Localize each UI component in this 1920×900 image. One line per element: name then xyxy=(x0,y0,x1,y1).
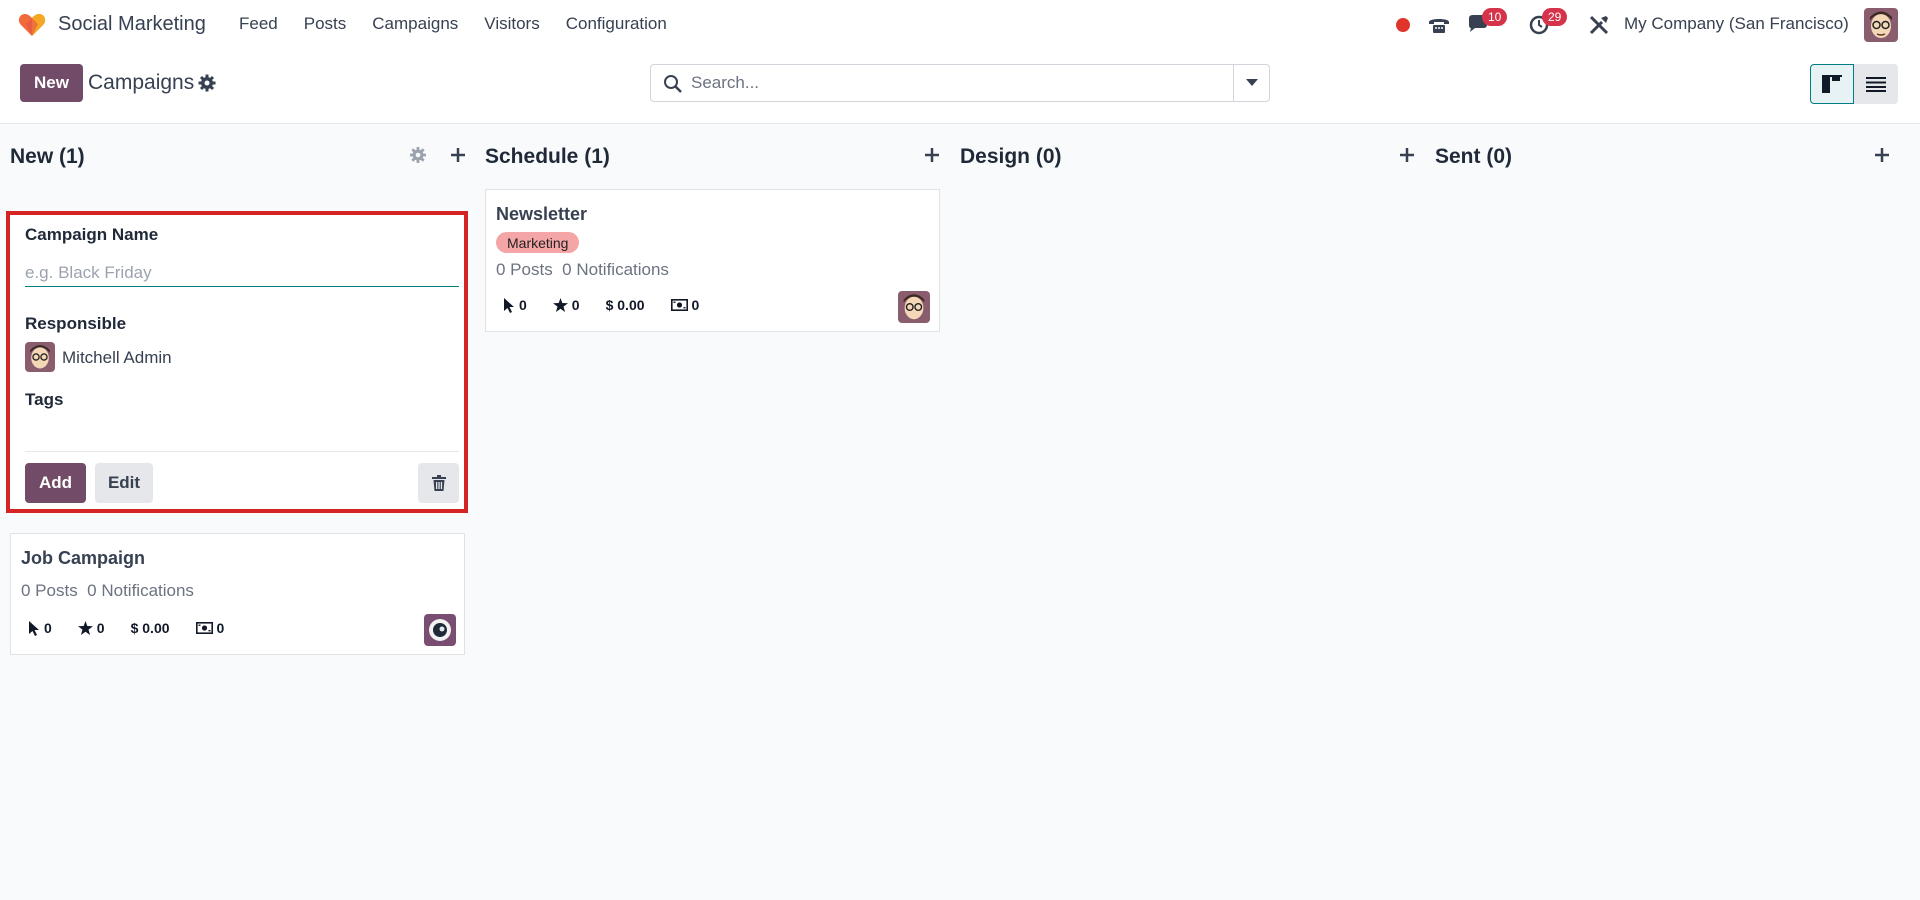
gear-icon[interactable] xyxy=(198,74,216,92)
kanban-view-icon xyxy=(1822,75,1842,93)
menu-configuration[interactable]: Configuration xyxy=(566,14,667,34)
app-name[interactable]: Social Marketing xyxy=(58,13,206,36)
edit-button[interactable]: Edit xyxy=(95,463,153,503)
tags-label: Tags xyxy=(25,390,64,409)
heart-logo-icon[interactable] xyxy=(18,12,46,38)
money-icon xyxy=(670,299,688,311)
notifications-count: 0 Notifications xyxy=(562,260,669,279)
plus-icon[interactable] xyxy=(448,145,468,165)
clicks-stat: 0 xyxy=(504,297,527,313)
caret-down-icon xyxy=(1245,79,1258,86)
column-settings-icon[interactable] xyxy=(409,146,427,164)
cursor-icon xyxy=(29,620,39,636)
posts-count: 0 Posts xyxy=(21,581,78,600)
cash-stat: 0 xyxy=(670,297,700,313)
column-header-new[interactable]: New (1) xyxy=(10,145,85,169)
revenue-stat: $ 0.00 xyxy=(131,620,170,636)
menu-visitors[interactable]: Visitors xyxy=(484,14,539,34)
card-avatar[interactable] xyxy=(424,614,456,646)
plus-icon[interactable] xyxy=(1872,145,1892,165)
view-switcher xyxy=(1810,64,1898,104)
menu-campaigns[interactable]: Campaigns xyxy=(372,14,458,34)
campaign-card-job[interactable]: Job Campaign 0 Posts 0 Notifications 0 0… xyxy=(10,533,465,655)
clicks-value: 0 xyxy=(519,297,527,313)
revenue-value: $ 0.00 xyxy=(605,297,645,313)
company-switcher[interactable]: My Company (San Francisco) xyxy=(1624,14,1849,34)
card-avatar[interactable] xyxy=(898,291,930,323)
stars-value: 0 xyxy=(96,620,105,636)
tag-badge: Marketing xyxy=(496,232,580,253)
breadcrumb: Campaigns xyxy=(88,71,195,94)
column-header-schedule[interactable]: Schedule (1) xyxy=(485,145,610,169)
divider xyxy=(25,451,459,452)
kanban-view-button[interactable] xyxy=(1810,64,1854,104)
card-stats: 0 0 $ 0.00 0 xyxy=(504,297,725,313)
responsible-field[interactable]: Mitchell Admin xyxy=(62,348,172,368)
notifications-count: 0 Notifications xyxy=(87,581,194,600)
campaign-name-input[interactable] xyxy=(25,259,459,287)
plus-icon[interactable] xyxy=(1397,145,1417,165)
trash-icon xyxy=(431,475,446,491)
responsible-label: Responsible xyxy=(25,314,127,333)
phone-icon[interactable] xyxy=(1426,12,1452,38)
card-title: Newsletter xyxy=(496,204,588,224)
list-view-icon xyxy=(1866,77,1886,92)
search-bar xyxy=(650,64,1270,102)
search-icon xyxy=(664,75,682,93)
responsible-avatar xyxy=(25,342,55,372)
column-header-design[interactable]: Design (0) xyxy=(960,145,1062,169)
star-icon xyxy=(77,621,93,635)
quick-create-form: Campaign Name Responsible Mitchell Admin… xyxy=(6,211,468,513)
star-icon xyxy=(552,298,568,312)
clicks-value: 0 xyxy=(44,620,52,636)
search-options-toggle[interactable] xyxy=(1233,65,1269,101)
search-input[interactable] xyxy=(691,65,1221,101)
menu-posts[interactable]: Posts xyxy=(304,14,347,34)
top-navbar: Social Marketing Feed Posts Campaigns Vi… xyxy=(0,0,1920,50)
posts-count: 0 Posts xyxy=(496,260,553,279)
campaign-name-label: Campaign Name xyxy=(25,225,159,244)
revenue-stat: $ 0.00 xyxy=(606,297,645,313)
cash-value: 0 xyxy=(691,297,700,313)
stars-stat: 0 xyxy=(552,297,580,313)
money-icon xyxy=(195,622,213,634)
control-panel: New Campaigns xyxy=(0,50,1920,124)
delete-button[interactable] xyxy=(418,463,459,503)
card-title: Job Campaign xyxy=(21,548,146,568)
plus-icon[interactable] xyxy=(922,145,942,165)
add-button[interactable]: Add xyxy=(25,463,86,503)
campaign-card-newsletter[interactable]: Newsletter Marketing 0 Posts 0 Notificat… xyxy=(485,189,940,332)
kanban-board: New (1) Schedule (1) Design (0) Sent (0)… xyxy=(0,125,1920,900)
user-avatar[interactable] xyxy=(1864,8,1898,42)
revenue-value: $ 0.00 xyxy=(130,620,170,636)
cursor-icon xyxy=(504,297,514,313)
cash-stat: 0 xyxy=(195,620,225,636)
card-stats: 0 0 $ 0.00 0 xyxy=(29,620,250,636)
cash-value: 0 xyxy=(216,620,225,636)
messages-badge: 10 xyxy=(1482,8,1508,26)
stars-stat: 0 xyxy=(77,620,105,636)
recording-icon[interactable] xyxy=(1390,12,1416,38)
tools-icon[interactable] xyxy=(1586,12,1612,38)
column-header-sent[interactable]: Sent (0) xyxy=(1435,145,1512,169)
card-counts: 0 Posts 0 Notifications xyxy=(496,260,669,280)
stars-value: 0 xyxy=(571,297,580,313)
new-button[interactable]: New xyxy=(20,64,83,102)
main-menu: Feed Posts Campaigns Visitors Configurat… xyxy=(239,14,693,34)
list-view-button[interactable] xyxy=(1854,64,1898,104)
clicks-stat: 0 xyxy=(29,620,52,636)
menu-feed[interactable]: Feed xyxy=(239,14,278,34)
card-counts: 0 Posts 0 Notifications xyxy=(21,581,194,601)
activities-badge: 29 xyxy=(1542,8,1568,26)
